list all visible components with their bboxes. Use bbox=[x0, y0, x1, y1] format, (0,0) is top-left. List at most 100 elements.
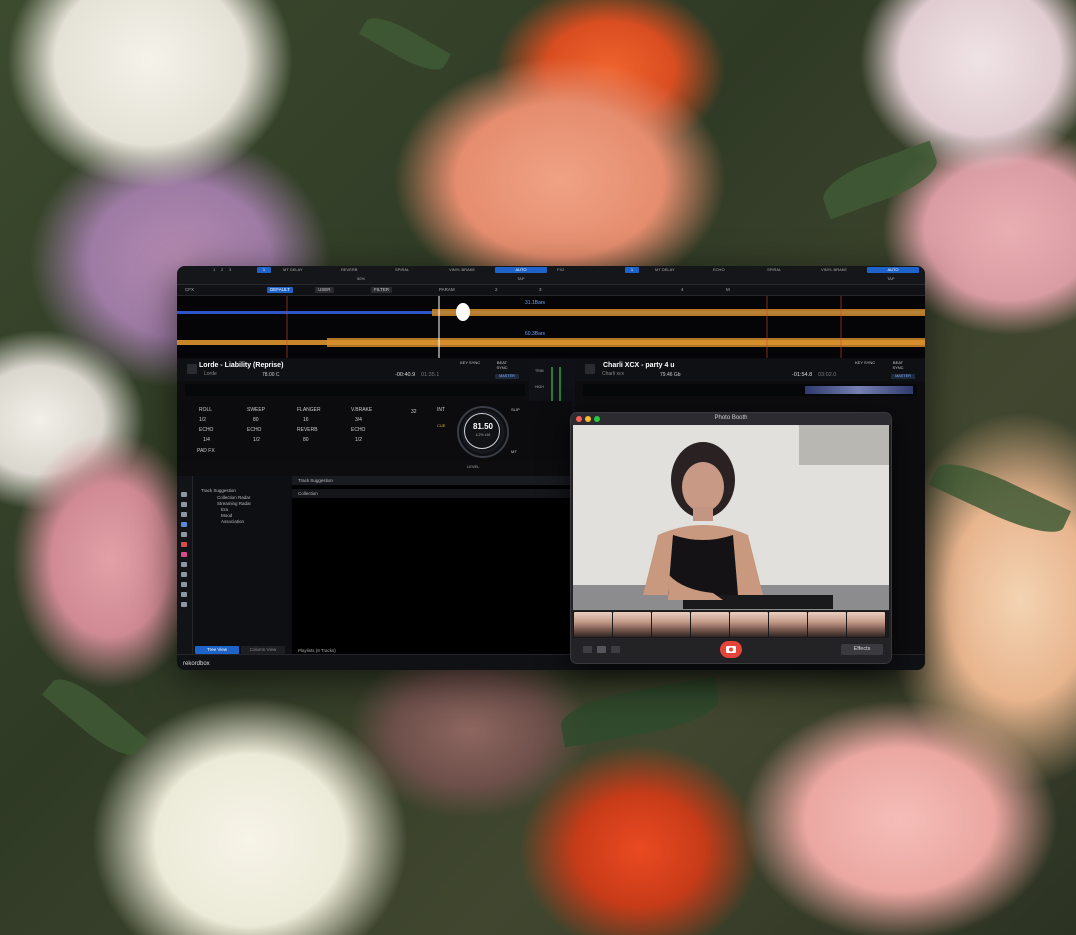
pad-value[interactable]: 3/4 bbox=[355, 417, 362, 423]
history-icon[interactable] bbox=[181, 562, 187, 567]
leaf-decoration bbox=[928, 452, 1072, 544]
photo-strip[interactable] bbox=[573, 611, 889, 638]
playlist-icon[interactable] bbox=[181, 502, 187, 507]
pad-value[interactable]: 1/2 bbox=[253, 437, 260, 443]
waveform-display[interactable]: 31.1Bars 60.3Bars bbox=[177, 296, 925, 358]
music-icon[interactable] bbox=[181, 552, 187, 557]
deck1-key-sync[interactable]: KEY SYNC bbox=[460, 360, 480, 366]
tree-mood[interactable]: Mood bbox=[221, 513, 232, 518]
pad-value[interactable]: 1/4 bbox=[203, 437, 210, 443]
beat-2[interactable]: 2 bbox=[495, 287, 498, 292]
deck2-overview-wave bbox=[805, 386, 913, 394]
streaming-icon[interactable] bbox=[181, 542, 187, 547]
photo-thumbnail[interactable] bbox=[730, 612, 768, 637]
beat-4[interactable]: 4 bbox=[681, 287, 684, 292]
photobooth-window[interactable]: Photo Booth Effects bbox=[570, 412, 892, 664]
pad-value[interactable]: 80 bbox=[303, 437, 309, 443]
pad-sweep[interactable]: SWEEP bbox=[247, 407, 265, 413]
tab-tree-view[interactable]: Tree View bbox=[195, 646, 239, 654]
deck2-beat-sync[interactable]: BEAT SYNC bbox=[891, 360, 905, 370]
beat-loop-value[interactable]: 32 bbox=[411, 409, 417, 415]
photo-thumbnail[interactable] bbox=[847, 612, 885, 637]
video-mode-icon[interactable] bbox=[611, 646, 620, 653]
int-selector[interactable]: INT bbox=[437, 407, 445, 413]
effects-button[interactable]: Effects bbox=[841, 644, 883, 655]
beat-3[interactable]: 3 bbox=[539, 287, 542, 292]
deck1-beat-sync[interactable]: BEAT SYNC bbox=[495, 360, 509, 370]
camera-scene bbox=[573, 425, 889, 610]
pad-value[interactable]: 1/2 bbox=[199, 417, 206, 423]
deck2-overview[interactable] bbox=[583, 384, 917, 396]
pad-flanger[interactable]: FLANGER bbox=[297, 407, 321, 413]
deck1-artwork bbox=[187, 364, 197, 374]
cfx-default-button[interactable]: DEFAULT bbox=[267, 287, 293, 293]
tree-track-suggestion[interactable]: Track Suggestion bbox=[201, 488, 236, 493]
deck2-key-sync[interactable]: KEY SYNC bbox=[855, 360, 875, 366]
mt-button[interactable]: MT bbox=[511, 449, 517, 454]
fx-vinyl-brake[interactable]: VINYL BRAKE bbox=[449, 267, 475, 272]
fx-tap-button[interactable]: TAP bbox=[517, 276, 524, 281]
tree-era[interactable]: Era bbox=[221, 507, 228, 512]
pad-reverb[interactable]: REVERB bbox=[297, 427, 318, 433]
fx-bar: 1 2 3 1 MT DELAY REVERB SPIRAL 50% VINYL… bbox=[177, 266, 925, 285]
collection-icon[interactable] bbox=[181, 492, 187, 497]
globe-icon[interactable] bbox=[181, 592, 187, 597]
cue-button[interactable]: CUE bbox=[437, 423, 445, 428]
tree-association[interactable]: Association bbox=[221, 519, 244, 524]
pad-value[interactable]: 1/2 bbox=[355, 437, 362, 443]
photo-thumbnail[interactable] bbox=[691, 612, 729, 637]
grid-icon[interactable] bbox=[181, 532, 187, 537]
cfx-user-button[interactable]: USER bbox=[315, 287, 334, 293]
cfx-filter-button[interactable]: FILTER bbox=[371, 287, 393, 293]
fx2-unit-button[interactable]: 1 bbox=[625, 267, 639, 273]
deck2-master[interactable]: MASTER bbox=[891, 374, 915, 379]
fx-slot-2[interactable]: 2 bbox=[221, 267, 223, 272]
pad-fx-dropdown[interactable]: PAD FX bbox=[197, 448, 215, 454]
deck1-jog-wheel[interactable]: 81.50 4.2% ±16 bbox=[457, 406, 509, 458]
fx2-echo[interactable]: ECHO bbox=[713, 267, 725, 272]
single-photo-icon[interactable] bbox=[597, 646, 606, 653]
pad-vbrake[interactable]: V.BRAKE bbox=[351, 407, 372, 413]
deck2-artist: Charli xcx bbox=[602, 371, 624, 377]
tab-column-view[interactable]: Column View bbox=[241, 646, 285, 654]
photo-thumbnail[interactable] bbox=[652, 612, 690, 637]
grid-mode-icon[interactable] bbox=[583, 646, 592, 653]
pad-roll[interactable]: ROLL bbox=[199, 407, 212, 413]
suggestion-icon[interactable] bbox=[181, 522, 187, 527]
deck2-bpm-key: 79.46 Gb bbox=[660, 372, 681, 378]
record-icon[interactable] bbox=[181, 602, 187, 607]
pad-value[interactable]: 16 bbox=[303, 417, 309, 423]
fx-auto-button[interactable]: AUTO bbox=[495, 267, 547, 273]
photo-thumbnail[interactable] bbox=[808, 612, 846, 637]
photo-thumbnail[interactable] bbox=[613, 612, 651, 637]
fx-slot-1[interactable]: 1 bbox=[213, 267, 215, 272]
device-icon[interactable] bbox=[181, 582, 187, 587]
photo-thumbnail[interactable] bbox=[769, 612, 807, 637]
pad-value[interactable]: 80 bbox=[253, 417, 259, 423]
pad-echo[interactable]: ECHO bbox=[247, 427, 261, 433]
deck1-master[interactable]: MASTER bbox=[495, 374, 519, 379]
fx2-mt-delay[interactable]: MT DELAY bbox=[655, 267, 675, 272]
fx2-spiral[interactable]: SPIRAL bbox=[767, 267, 781, 272]
fx2-auto-button[interactable]: AUTO bbox=[867, 267, 919, 273]
deck1-elapsed: -00:40.9 bbox=[395, 372, 416, 378]
pad-echo[interactable]: ECHO bbox=[199, 427, 213, 433]
fx-mt-delay[interactable]: MT DELAY bbox=[283, 267, 303, 272]
fx-spiral[interactable]: SPIRAL bbox=[395, 267, 409, 272]
leaf-decoration bbox=[816, 140, 944, 220]
fx2-tap-button[interactable]: TAP bbox=[887, 276, 894, 281]
beat-m[interactable]: M bbox=[726, 287, 730, 292]
camera-shutter-button[interactable] bbox=[720, 641, 742, 658]
fx2-vinyl-brake[interactable]: VINYL BRAKE bbox=[821, 267, 847, 272]
wand-icon[interactable] bbox=[181, 512, 187, 517]
fx-slot-3[interactable]: 3 bbox=[229, 267, 231, 272]
fx-unit-button[interactable]: 1 bbox=[257, 267, 271, 273]
slip-button[interactable]: SLIP bbox=[511, 407, 520, 412]
tree-streaming-radar[interactable]: Streaming Radar bbox=[217, 501, 251, 506]
pad-echo[interactable]: ECHO bbox=[351, 427, 365, 433]
display-icon[interactable] bbox=[181, 572, 187, 577]
fx-reverb[interactable]: REVERB bbox=[341, 267, 357, 272]
tree-collection-radar[interactable]: Collection Radar bbox=[217, 495, 250, 500]
photo-thumbnail[interactable] bbox=[574, 612, 612, 637]
deck1-overview[interactable] bbox=[185, 384, 525, 396]
